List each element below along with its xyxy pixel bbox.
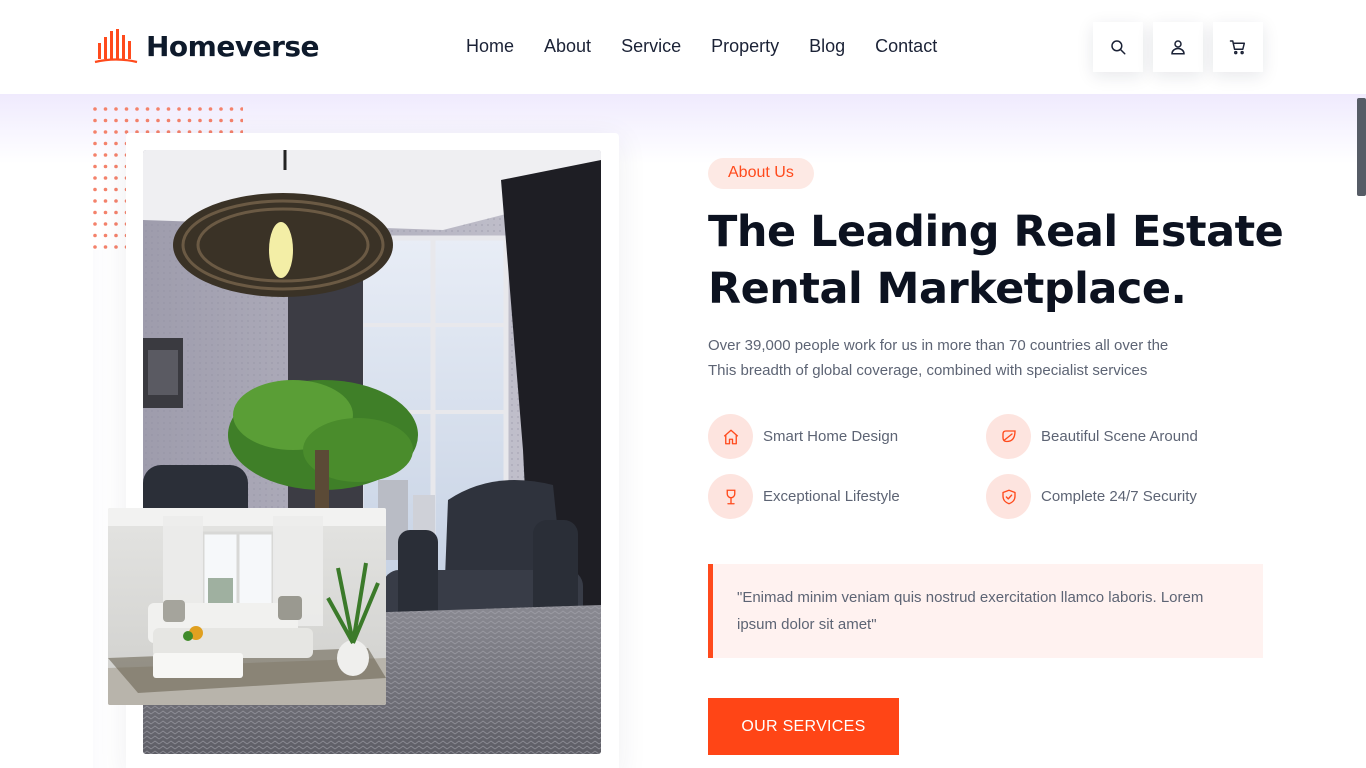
feature-icon-wrap — [708, 414, 753, 459]
sofa-room-photo — [108, 508, 386, 705]
feature-exceptional-lifestyle: Exceptional Lifestyle — [708, 474, 900, 519]
nav-contact[interactable]: Contact — [875, 36, 937, 57]
title-line: The Leading Real Estate — [708, 207, 1284, 257]
cart-button[interactable] — [1213, 22, 1263, 72]
shield-check-icon — [1001, 489, 1016, 504]
section-badge: About Us — [708, 158, 814, 189]
description-line: This breadth of global coverage, combine… — [708, 362, 1148, 379]
logo[interactable]: Homeverse — [94, 27, 320, 65]
nav-home[interactable]: Home — [466, 36, 514, 57]
title-line: Rental Marketplace. — [708, 264, 1187, 314]
nav-property[interactable]: Property — [711, 36, 779, 57]
section-description: Over 39,000 people work for us in more t… — [708, 333, 1228, 383]
site-header: Homeverse Home About Service Property Bl… — [0, 0, 1366, 94]
nav-about[interactable]: About — [544, 36, 591, 57]
main-nav: Home About Service Property Blog Contact — [466, 36, 937, 57]
quote-line: ipsum dolor sit amet" — [737, 616, 877, 633]
cart-icon — [1229, 40, 1246, 55]
brand-name: Homeverse — [146, 29, 320, 63]
feature-security: Complete 24/7 Security — [986, 474, 1197, 519]
page: Homeverse Home About Service Property Bl… — [0, 0, 1366, 768]
our-services-button[interactable]: OUR SERVICES — [708, 698, 899, 755]
feature-icon-wrap — [708, 474, 753, 519]
leaf-icon — [1001, 429, 1016, 442]
search-icon — [1111, 40, 1126, 55]
feature-smart-home: Smart Home Design — [708, 414, 898, 459]
home-icon — [723, 429, 738, 444]
nav-blog[interactable]: Blog — [809, 36, 845, 57]
feature-icon-wrap — [986, 414, 1031, 459]
feature-label: Complete 24/7 Security — [1041, 488, 1197, 505]
account-button[interactable] — [1153, 22, 1203, 72]
quote-line: "Enimad minim veniam quis nostrud exerci… — [737, 589, 1204, 606]
header-actions — [1093, 22, 1263, 72]
feature-label: Exceptional Lifestyle — [763, 488, 900, 505]
wine-glass-icon — [726, 489, 735, 504]
feature-beautiful-scene: Beautiful Scene Around — [986, 414, 1198, 459]
feature-icon-wrap — [986, 474, 1031, 519]
search-button[interactable] — [1093, 22, 1143, 72]
section-title: The Leading Real Estate Rental Marketpla… — [708, 204, 1308, 318]
feature-label: Smart Home Design — [763, 428, 899, 445]
testimonial-quote: "Enimad minim veniam quis nostrud exerci… — [708, 564, 1263, 658]
description-line: Over 39,000 people work for us in more t… — [708, 337, 1169, 354]
user-icon — [1171, 40, 1185, 55]
nav-service[interactable]: Service — [621, 36, 681, 57]
feature-label: Beautiful Scene Around — [1041, 428, 1198, 445]
scrollbar-thumb[interactable] — [1357, 98, 1366, 196]
logo-buildings-icon — [94, 29, 138, 64]
left-fade — [93, 250, 109, 768]
